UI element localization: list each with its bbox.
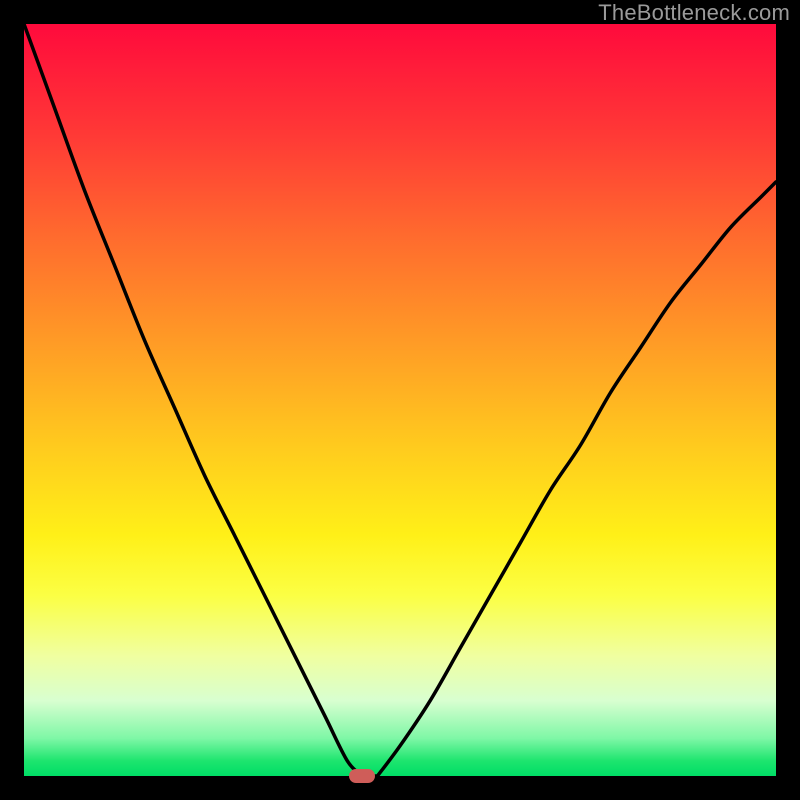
page-frame: TheBottleneck.com (0, 0, 800, 800)
chart-background-gradient (24, 24, 776, 776)
watermark-label: TheBottleneck.com (598, 0, 790, 26)
optimal-point-marker (349, 769, 375, 783)
